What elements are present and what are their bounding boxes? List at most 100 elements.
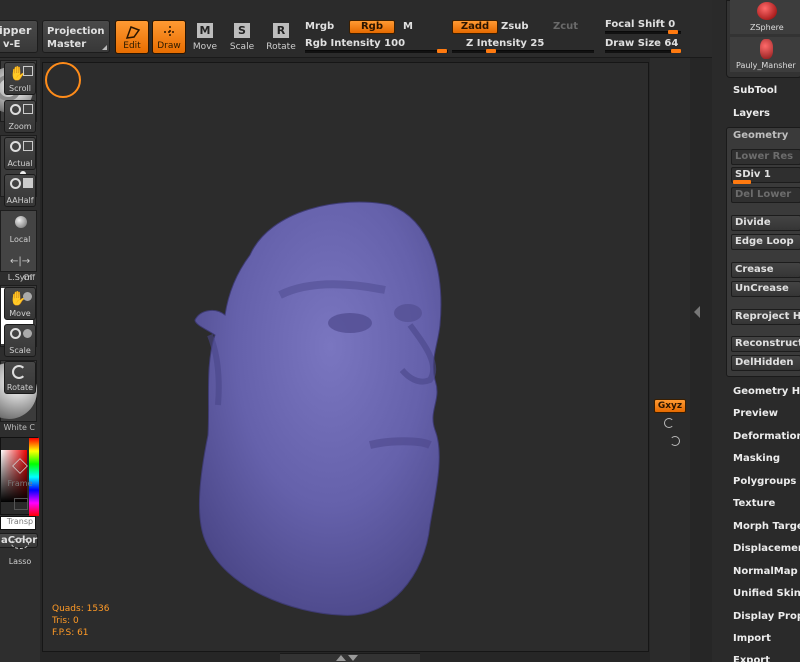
rotate-z-icon[interactable] bbox=[670, 436, 680, 446]
aahalf-box-icon bbox=[23, 178, 33, 188]
move-view-button[interactable]: ✋ Move bbox=[4, 287, 36, 320]
zsub-button[interactable]: Zsub bbox=[501, 21, 528, 32]
pauly-thumbnail[interactable]: Pauly_Mansher bbox=[730, 37, 800, 72]
panel-collapse-arrow-icon[interactable] bbox=[694, 306, 700, 318]
edit-button[interactable]: Edit bbox=[115, 20, 149, 54]
mrgb-button[interactable]: Mrgb bbox=[305, 21, 334, 32]
frame-cube-icon bbox=[12, 458, 28, 474]
magnifier-icon bbox=[10, 328, 21, 339]
brush-picker-label-bottom: v-E bbox=[3, 39, 21, 50]
magnifier-icon bbox=[10, 104, 21, 115]
normalmap-menu[interactable]: NormalMap bbox=[733, 566, 798, 577]
zadd-button[interactable]: Zadd bbox=[452, 20, 498, 34]
scroll-button[interactable]: ✋ Scroll bbox=[4, 62, 36, 95]
pauly-label: Pauly_Mansher bbox=[736, 61, 796, 70]
move-mode-button[interactable]: M Move bbox=[188, 20, 222, 54]
local-sphere-icon bbox=[15, 216, 27, 228]
sculpted-head-mesh[interactable] bbox=[190, 195, 450, 620]
sdiv-slider-knob[interactable] bbox=[733, 180, 751, 184]
rotate-view-button[interactable]: Rotate bbox=[4, 361, 36, 394]
projection-master-label-bottom: Master bbox=[47, 39, 87, 50]
displacement-menu[interactable]: Displacemen bbox=[733, 543, 800, 554]
morph-target-menu[interactable]: Morph Targe bbox=[733, 521, 800, 532]
chevron-up-icon bbox=[336, 655, 346, 661]
layers-menu[interactable]: Layers bbox=[733, 108, 770, 119]
brush-picker-label-top: ipper bbox=[0, 24, 32, 37]
frame-label: Frame bbox=[7, 479, 33, 488]
rgb-intensity-slider[interactable] bbox=[305, 50, 448, 53]
scale-mode-label: Scale bbox=[229, 42, 255, 52]
reconstruct-button[interactable]: Reconstruct bbox=[731, 336, 800, 352]
m-button[interactable]: M bbox=[403, 21, 413, 32]
brush-picker-button[interactable]: ipper v-E bbox=[0, 20, 38, 53]
rgb-button[interactable]: Rgb bbox=[349, 20, 395, 34]
geometry-hd-menu[interactable]: Geometry H bbox=[733, 386, 800, 397]
lower-res-button[interactable]: Lower Res bbox=[731, 149, 800, 165]
draw-size-slider-knob[interactable] bbox=[671, 49, 681, 53]
divide-button[interactable]: Divide bbox=[731, 215, 800, 231]
rotate-mode-button[interactable]: R Rotate bbox=[264, 20, 298, 54]
edit-icon bbox=[125, 26, 141, 39]
local-button[interactable]: Local bbox=[4, 212, 36, 245]
corner-arrow-icon bbox=[102, 45, 107, 50]
tris-count: Tris: 0 bbox=[52, 616, 79, 626]
preview-menu[interactable]: Preview bbox=[733, 408, 778, 419]
edge-loop-button[interactable]: Edge Loop bbox=[731, 234, 800, 250]
del-lower-button[interactable]: Del Lower bbox=[731, 187, 800, 203]
aahalf-label: AAHalf bbox=[6, 196, 34, 205]
transp-label: Transp bbox=[6, 517, 34, 526]
z-intensity-slider[interactable] bbox=[452, 50, 594, 53]
zoom-box-icon bbox=[23, 104, 33, 114]
transp-button[interactable]: Transp bbox=[4, 494, 36, 527]
delhidden-button[interactable]: DelHidden bbox=[731, 355, 800, 371]
uncrease-button[interactable]: UnCrease bbox=[731, 281, 800, 297]
focal-shift-slider-label: Focal Shift 0 bbox=[605, 19, 676, 30]
rgb-intensity-slider-label: Rgb Intensity 100 bbox=[305, 38, 406, 49]
zcut-button[interactable]: Zcut bbox=[553, 21, 578, 32]
z-intensity-slider-knob[interactable] bbox=[486, 49, 496, 53]
zsphere-thumbnail[interactable]: ZSphere bbox=[730, 0, 800, 34]
bottom-shelf-grip[interactable] bbox=[280, 653, 420, 662]
aahalf-button[interactable]: AAHalf bbox=[4, 174, 36, 207]
subtool-menu[interactable]: SubTool bbox=[733, 85, 777, 96]
sdiv-label: SDiv 1 bbox=[735, 169, 771, 180]
chevron-down-icon bbox=[348, 655, 358, 661]
masking-menu[interactable]: Masking bbox=[733, 453, 780, 464]
scale-mode-icon: S bbox=[234, 23, 250, 38]
draw-size-slider-label: Draw Size 64 bbox=[605, 38, 679, 49]
import-menu[interactable]: Import bbox=[733, 633, 771, 644]
texture-menu[interactable]: Texture bbox=[733, 498, 775, 509]
deformation-menu[interactable]: Deformation bbox=[733, 431, 800, 442]
unified-skin-menu[interactable]: Unified Skin bbox=[733, 588, 800, 599]
export-menu[interactable]: Export bbox=[733, 655, 770, 662]
zoom-button[interactable]: Zoom bbox=[4, 100, 36, 133]
fps-readout: F.P.S: 61 bbox=[52, 628, 89, 638]
frame-button[interactable]: Frame bbox=[4, 456, 36, 489]
lasso-button[interactable]: Lasso bbox=[4, 534, 36, 567]
zsphere-label: ZSphere bbox=[750, 23, 784, 32]
quads-count: Quads: 1536 bbox=[52, 604, 110, 614]
scale-mode-button[interactable]: S Scale bbox=[225, 20, 259, 54]
draw-icon bbox=[164, 26, 176, 38]
actual-box-icon bbox=[23, 141, 33, 151]
geometry-menu[interactable]: Geometry bbox=[733, 130, 788, 141]
reproject-button[interactable]: Reproject H bbox=[731, 309, 800, 325]
projection-master-button[interactable]: Projection Master bbox=[42, 20, 110, 53]
crease-button[interactable]: Crease bbox=[731, 262, 800, 278]
draw-button[interactable]: Draw bbox=[152, 20, 186, 54]
lsym-button[interactable]: ←|→ L.Sym bbox=[4, 250, 36, 283]
xyz-button[interactable]: Gxyz bbox=[654, 399, 686, 413]
focal-shift-slider-knob[interactable] bbox=[668, 30, 678, 34]
material-caption: White C bbox=[3, 423, 35, 432]
actual-button[interactable]: Actual bbox=[4, 137, 36, 170]
scale-view-button[interactable]: Scale bbox=[4, 324, 36, 357]
rotate-y-icon[interactable] bbox=[664, 418, 674, 428]
move-mode-label: Move bbox=[192, 42, 218, 52]
projection-master-label-top: Projection bbox=[47, 26, 105, 37]
draw-size-slider[interactable] bbox=[605, 50, 681, 53]
polygroups-menu[interactable]: Polygroups bbox=[733, 476, 796, 487]
move-sphere-icon bbox=[23, 292, 32, 301]
lasso-icon bbox=[11, 538, 29, 549]
display-properties-menu[interactable]: Display Prop bbox=[733, 611, 800, 622]
rgb-intensity-slider-knob[interactable] bbox=[437, 49, 447, 53]
